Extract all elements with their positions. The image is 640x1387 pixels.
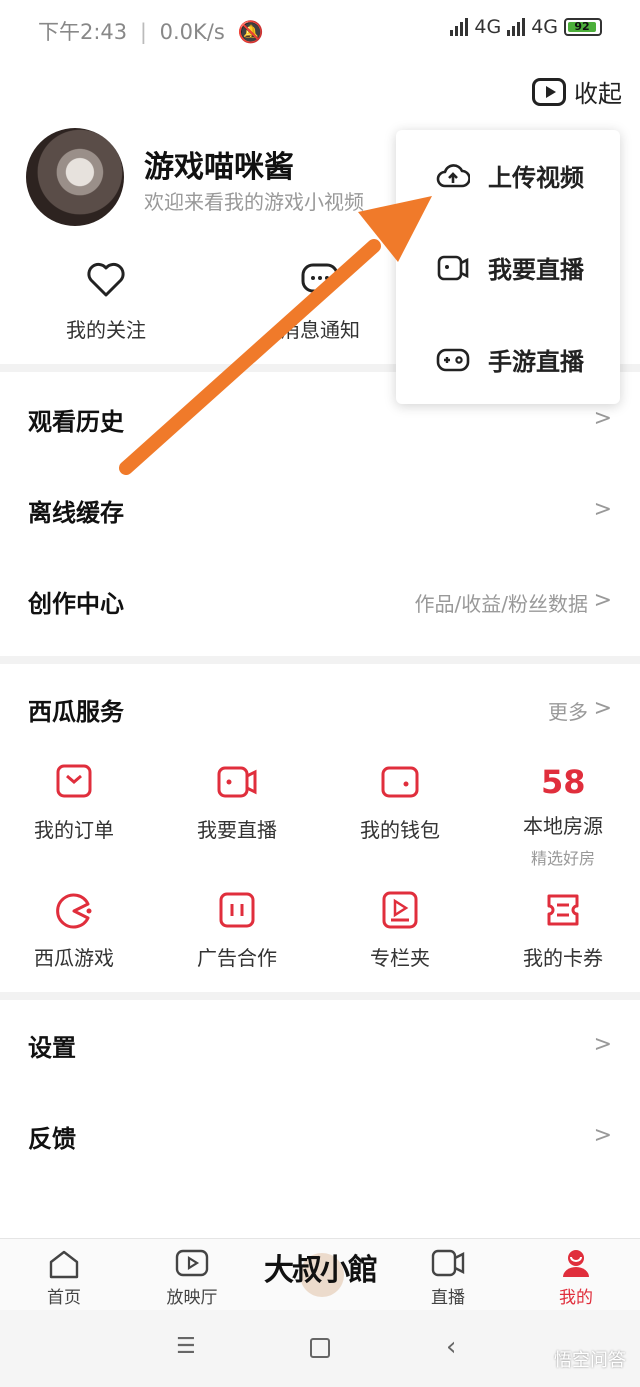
row-feedback[interactable]: 反馈 > (0, 1097, 640, 1177)
live-icon (431, 1249, 465, 1277)
game-icon (56, 893, 92, 929)
service-ads[interactable]: 广告合作 (157, 890, 317, 971)
section-divider (0, 656, 640, 664)
section-divider (0, 992, 640, 1000)
nav-tab-me[interactable]: 我的 (526, 1247, 626, 1308)
column-icon (382, 891, 418, 929)
service-game[interactable]: 西瓜游戏 (0, 890, 154, 971)
live-camera-icon (217, 766, 257, 798)
nav-label: 放映厅 (166, 1288, 218, 1308)
service-live[interactable]: 我要直播 (157, 762, 317, 843)
chevron-right-icon: > (593, 1032, 612, 1057)
order-icon (56, 764, 92, 798)
logo-text: 大叔小館 (264, 1253, 378, 1288)
watermark-text: 悟空问答 (554, 1350, 626, 1371)
menu-icon[interactable]: ☰ (176, 1334, 196, 1359)
brand-logo: 大叔小館 (264, 1245, 380, 1305)
nav-tab-theater[interactable]: 放映厅 (142, 1247, 242, 1308)
annotation-arrow (119, 196, 432, 475)
home-icon (49, 1250, 79, 1279)
service-label: 本地房源 (523, 814, 603, 838)
services-title: 西瓜服务 (28, 698, 124, 726)
system-nav-bar: ☰ ‹ (0, 1310, 640, 1387)
row-extra: 作品/收益/粉丝数据 (414, 592, 588, 616)
service-label: 我的卡券 (523, 946, 603, 970)
chevron-right-icon: > (593, 1123, 612, 1148)
nav-label: 首页 (47, 1288, 81, 1308)
ad-icon (219, 892, 255, 928)
profile-icon (563, 1250, 589, 1277)
nav-tab-live[interactable]: 直播 (398, 1247, 498, 1308)
row-label: 反馈 (28, 1125, 76, 1153)
chevron-right-icon: > (593, 696, 612, 721)
row-label: 创作中心 (28, 590, 124, 618)
service-housing[interactable]: 58 本地房源 精选好房 (483, 762, 640, 869)
row-settings[interactable]: 设置 > (0, 1006, 640, 1086)
service-label: 我要直播 (197, 818, 277, 842)
nav-label: 我的 (559, 1288, 593, 1308)
service-label: 我的订单 (34, 818, 114, 842)
chevron-right-icon: > (593, 588, 612, 613)
service-column[interactable]: 专栏夹 (320, 890, 480, 971)
nav-label: 直播 (431, 1288, 465, 1308)
service-coupon[interactable]: 我的卡券 (483, 890, 640, 971)
row-label: 设置 (28, 1034, 76, 1062)
back-icon[interactable]: ‹ (446, 1332, 456, 1362)
home-square-icon[interactable] (310, 1338, 330, 1358)
coupon-icon (547, 894, 579, 926)
service-label: 广告合作 (197, 946, 277, 970)
chevron-right-icon: > (593, 497, 612, 522)
row-creator-center[interactable]: 创作中心 作品/收益/粉丝数据 > (0, 562, 640, 642)
wallet-icon (381, 766, 419, 798)
service-label: 我的钱包 (360, 818, 440, 842)
service-wallet[interactable]: 我的钱包 (320, 762, 480, 843)
service-sublabel: 精选好房 (530, 849, 595, 868)
bottom-nav: 首页 放映厅 大叔小館 直播 我的 (0, 1238, 640, 1310)
58-icon: 58 (541, 763, 586, 801)
service-order[interactable]: 我的订单 (0, 762, 154, 843)
service-label: 专栏夹 (370, 946, 430, 970)
services-header: 西瓜服务 更多 > (0, 670, 640, 750)
services-more[interactable]: 更多 (548, 696, 588, 725)
service-label: 西瓜游戏 (34, 946, 114, 970)
nav-tab-home[interactable]: 首页 (14, 1247, 114, 1308)
play-icon (175, 1249, 209, 1277)
